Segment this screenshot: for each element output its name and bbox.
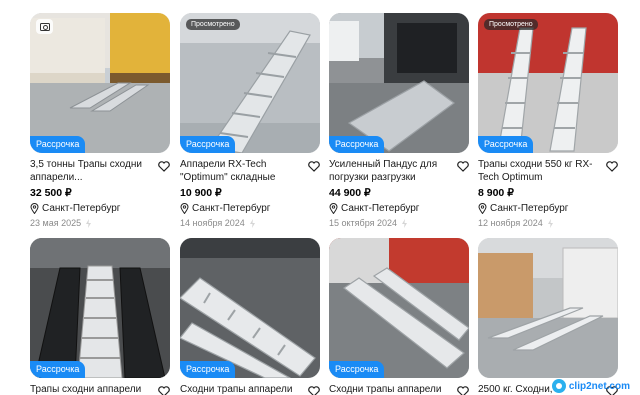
- listing-price: 32 500 ₽: [30, 187, 72, 199]
- heart-icon[interactable]: [457, 161, 469, 172]
- location-pin-icon: [329, 203, 338, 214]
- location-pin-icon: [478, 203, 487, 214]
- watermark: clip2net.com: [551, 379, 630, 393]
- viewed-label: Просмотрено: [186, 19, 240, 30]
- installment-badge: Рассрочка: [478, 136, 534, 153]
- viewed-label: Просмотрено: [484, 19, 538, 30]
- installment-badge: Рассрочка: [329, 136, 385, 153]
- listing-card[interactable]: Рассрочка Усиленный Пандус для погрузки …: [329, 13, 469, 229]
- watermark-logo-icon: [551, 379, 566, 393]
- installment-badge: Рассрочка: [30, 361, 86, 378]
- bolt-icon: [86, 218, 92, 228]
- listing-card[interactable]: Рассрочка Сходни трапы аппарели: [180, 238, 320, 395]
- installment-badge: Рассрочка: [180, 136, 236, 153]
- listing-title[interactable]: Сходни трапы аппарели: [180, 384, 298, 395]
- listing-photo[interactable]: Рассрочка: [30, 13, 170, 153]
- listing-card[interactable]: Рассрочка Трапы сходни аппарели: [30, 238, 170, 395]
- listing-date: 14 ноября 2024: [180, 217, 320, 229]
- location-pin-icon: [30, 203, 39, 214]
- listing-photo[interactable]: Рассрочка: [329, 238, 469, 378]
- listing-title[interactable]: Трапы сходни аппарели: [30, 384, 148, 395]
- listing-title[interactable]: Сходни трапы аппарели: [329, 384, 447, 395]
- listing-photo[interactable]: Рассрочка: [180, 238, 320, 378]
- heart-icon[interactable]: [158, 386, 170, 395]
- listing-photo[interactable]: Рассрочка: [30, 238, 170, 378]
- listing-photo[interactable]: Просмотрено Рассрочка: [478, 13, 618, 153]
- bolt-icon: [547, 218, 553, 228]
- heart-icon[interactable]: [606, 161, 618, 172]
- listing-date: 15 октября 2024: [329, 217, 469, 229]
- location-text: Санкт-Петербург: [192, 203, 271, 214]
- listing-card[interactable]: Просмотрено Рассрочка Трапы сходни 550 к…: [478, 13, 618, 229]
- date-text: 12 ноября 2024: [478, 218, 543, 228]
- date-text: 23 мая 2025: [30, 218, 82, 228]
- photo-count-icon: [36, 19, 53, 34]
- heart-icon[interactable]: [308, 161, 320, 172]
- listing-title[interactable]: Трапы сходни 550 кг RX-Tech Optimum: [478, 159, 596, 184]
- heart-icon[interactable]: [158, 161, 170, 172]
- listing-location: Санкт-Петербург: [329, 202, 469, 215]
- listing-title[interactable]: Усиленный Пандус для погрузки разгрузки: [329, 159, 447, 184]
- listing-price: 44 900 ₽: [329, 187, 371, 199]
- listing-card[interactable]: Рассрочка Сходни трапы аппарели: [329, 238, 469, 395]
- listing-photo[interactable]: Рассрочка: [329, 13, 469, 153]
- location-text: Санкт-Петербург: [490, 203, 569, 214]
- watermark-text: clip2net.com: [568, 380, 630, 392]
- location-text: Санкт-Петербург: [341, 203, 420, 214]
- listing-location: Санкт-Петербург: [30, 202, 170, 215]
- installment-badge: Рассрочка: [180, 361, 236, 378]
- location-text: Санкт-Петербург: [42, 203, 121, 214]
- heart-icon[interactable]: [457, 386, 469, 395]
- listing-location: Санкт-Петербург: [478, 202, 618, 215]
- listing-card[interactable]: Рассрочка 3,5 тонны Трапы сходни аппарел…: [30, 13, 170, 229]
- listing-price: 8 900 ₽: [478, 187, 514, 199]
- bolt-icon: [249, 218, 255, 228]
- date-text: 15 октября 2024: [329, 218, 398, 228]
- installment-badge: Рассрочка: [30, 136, 86, 153]
- listing-title[interactable]: 3,5 тонны Трапы сходни аппарели...: [30, 159, 148, 184]
- heart-icon[interactable]: [308, 386, 320, 395]
- installment-badge: Рассрочка: [329, 361, 385, 378]
- bolt-icon: [402, 218, 408, 228]
- listing-date: 12 ноября 2024: [478, 217, 618, 229]
- location-pin-icon: [180, 203, 189, 214]
- listing-photo[interactable]: [478, 238, 618, 378]
- date-text: 14 ноября 2024: [180, 218, 245, 228]
- listing-photo[interactable]: Просмотрено Рассрочка: [180, 13, 320, 153]
- listing-card[interactable]: 2500 кг. Сходни,: [478, 238, 618, 395]
- listing-location: Санкт-Петербург: [180, 202, 320, 215]
- listing-date: 23 мая 2025: [30, 217, 170, 229]
- listing-card[interactable]: Просмотрено Рассрочка Аппарели RX-Tech "…: [180, 13, 320, 229]
- listing-price: 10 900 ₽: [180, 187, 222, 199]
- listing-title[interactable]: Аппарели RX-Tech "Optimum" складные: [180, 159, 298, 184]
